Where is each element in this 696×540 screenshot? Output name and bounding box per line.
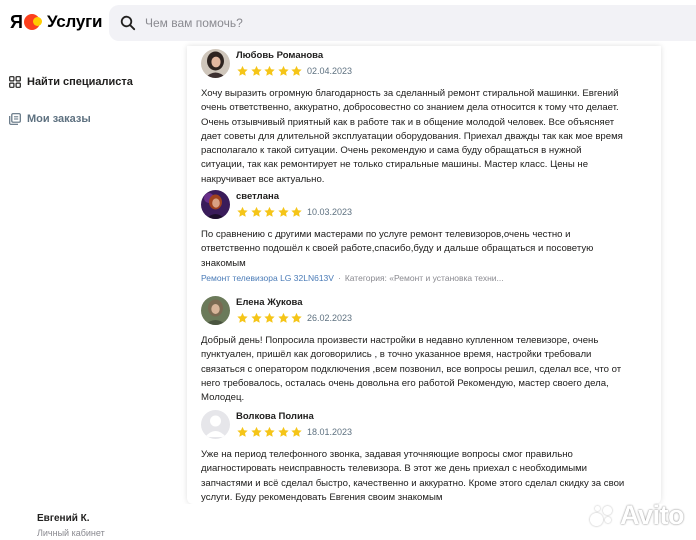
rating-stars xyxy=(236,65,304,77)
search-icon xyxy=(120,15,136,31)
star-icon xyxy=(250,206,262,217)
review-text-line: запчастями и всё сделал быстро, качестве… xyxy=(201,477,625,489)
star-icon xyxy=(250,426,262,437)
review-text-line: располагало к такой ситуации. Очень реко… xyxy=(201,145,582,157)
service-link[interactable]: Ремонт телевизора LG 32LN613V xyxy=(201,273,334,283)
grid-icon xyxy=(9,76,21,88)
reviewer-name[interactable]: Елена Жукова xyxy=(236,297,303,308)
avatar[interactable] xyxy=(201,190,230,219)
review-text-line: Уже на период телефонного звонка, задава… xyxy=(201,449,573,460)
star-icon xyxy=(291,65,302,76)
search-input[interactable] xyxy=(145,16,565,30)
review-item: светлана 10.03.2023 По сравнению с други… xyxy=(201,190,651,290)
sidebar-item-find-specialist[interactable]: Найти специалиста xyxy=(9,76,133,88)
header: Я Услуги xyxy=(0,0,696,46)
star-icon xyxy=(237,426,248,437)
review-item: Елена Жукова 26.02.2023 Добрый день! Поп… xyxy=(201,296,651,406)
user-name[interactable]: Евгений К. xyxy=(37,513,90,524)
review-item: Волкова Полина 18.01.2023 Уже на период … xyxy=(201,410,651,504)
review-text: Уже на период телефонного звонка, задава… xyxy=(201,448,646,504)
star-icon xyxy=(277,206,289,217)
service-category: Категория: «Ремонт и установка техни... xyxy=(344,273,504,283)
rating-stars xyxy=(236,426,304,438)
review-text-line: По сравнению с другими мастерами по услу… xyxy=(201,229,571,240)
review-text-line: Хочу выразить огромную благодарность за … xyxy=(201,88,619,99)
review-text-line: накручивает все актуально. xyxy=(201,173,325,185)
star-icon xyxy=(277,312,289,323)
avito-logo-icon xyxy=(590,504,616,528)
review-service-row: Ремонт телевизора LG 32LN613V · Категория:… xyxy=(201,273,504,283)
star-icon xyxy=(264,426,275,437)
orders-icon xyxy=(9,113,21,125)
review-text-line: Молодец. xyxy=(201,392,245,404)
star-icon xyxy=(277,65,289,76)
review-item: Любовь Романова 02.04.2023 Хочу выразить… xyxy=(201,49,651,185)
star-icon xyxy=(237,206,248,217)
avatar[interactable] xyxy=(201,49,230,78)
review-text: Добрый день! Попросила произвести настро… xyxy=(201,334,646,405)
sidebar-item-label: Мои заказы xyxy=(27,113,91,125)
review-text-line: ситуации, так как ремонтирует не только … xyxy=(201,159,589,171)
review-text-line: Добрый день! Попросила произвести настро… xyxy=(201,335,599,346)
star-icon xyxy=(237,312,248,323)
review-text-line: ответственно подошёл к своей работе,спас… xyxy=(201,243,594,255)
star-icon xyxy=(277,426,289,437)
review-text-line: него требовалось, осталась очень довольн… xyxy=(201,377,609,389)
brand-name: Услуги xyxy=(46,12,103,31)
review-text: По сравнению с другими мастерами по услу… xyxy=(201,228,646,271)
reviewer-name[interactable]: Волкова Полина xyxy=(236,411,314,422)
reviewer-name[interactable]: светлана xyxy=(236,191,279,202)
review-date: 10.03.2023 xyxy=(307,207,353,217)
avatar[interactable] xyxy=(201,296,230,325)
star-icon xyxy=(250,65,262,76)
rating-stars xyxy=(236,206,304,218)
logo-icon xyxy=(23,14,42,30)
star-icon xyxy=(250,312,262,323)
separator-dot: · xyxy=(337,273,341,283)
sidebar-item-label: Найти специалиста xyxy=(27,76,133,88)
user-subtitle[interactable]: Личный кабинет xyxy=(37,528,105,538)
sidebar-item-my-orders[interactable]: Мои заказы xyxy=(9,113,91,125)
rating-stars xyxy=(236,312,304,324)
review-text-line: Очень отзывчивый приятный как в работе т… xyxy=(201,116,615,128)
star-icon xyxy=(291,206,302,217)
reviewer-name[interactable]: Любовь Романова xyxy=(236,50,323,61)
star-icon xyxy=(291,312,302,323)
star-icon xyxy=(264,65,275,76)
review-date: 26.02.2023 xyxy=(307,313,353,323)
review-text-line: связаться с оператором подключения ,всем… xyxy=(201,363,622,375)
star-icon xyxy=(264,312,275,323)
review-text-line: услуги. Буду рекомендовать Евгения своим… xyxy=(201,491,443,503)
reviews-card: Любовь Романова 02.04.2023 Хочу выразить… xyxy=(187,46,661,504)
review-text-line: пунктуален, пришёл как договорились , в … xyxy=(201,349,592,361)
logo-letter: Я xyxy=(10,12,23,32)
avito-logo-text: Avito xyxy=(620,500,685,530)
star-icon xyxy=(237,65,248,76)
search-bar[interactable] xyxy=(109,5,696,41)
star-icon xyxy=(264,206,275,217)
review-text-line: очень ответственно, аккуратно, добросове… xyxy=(201,102,619,114)
review-date: 02.04.2023 xyxy=(307,66,353,76)
review-text: Хочу выразить огромную благодарность за … xyxy=(201,87,646,187)
avito-watermark: Avito xyxy=(590,500,685,531)
review-text-line: знакомым xyxy=(201,257,246,269)
avatar[interactable] xyxy=(201,410,230,439)
review-date: 18.01.2023 xyxy=(307,427,353,437)
yandex-uslugi-logo[interactable]: Я Услуги xyxy=(10,12,102,32)
star-icon xyxy=(291,426,302,437)
review-text-line: диагностировать неисправность телевизора… xyxy=(201,463,588,475)
review-text-line: дает советы для длительной эксплуатации … xyxy=(201,130,623,142)
